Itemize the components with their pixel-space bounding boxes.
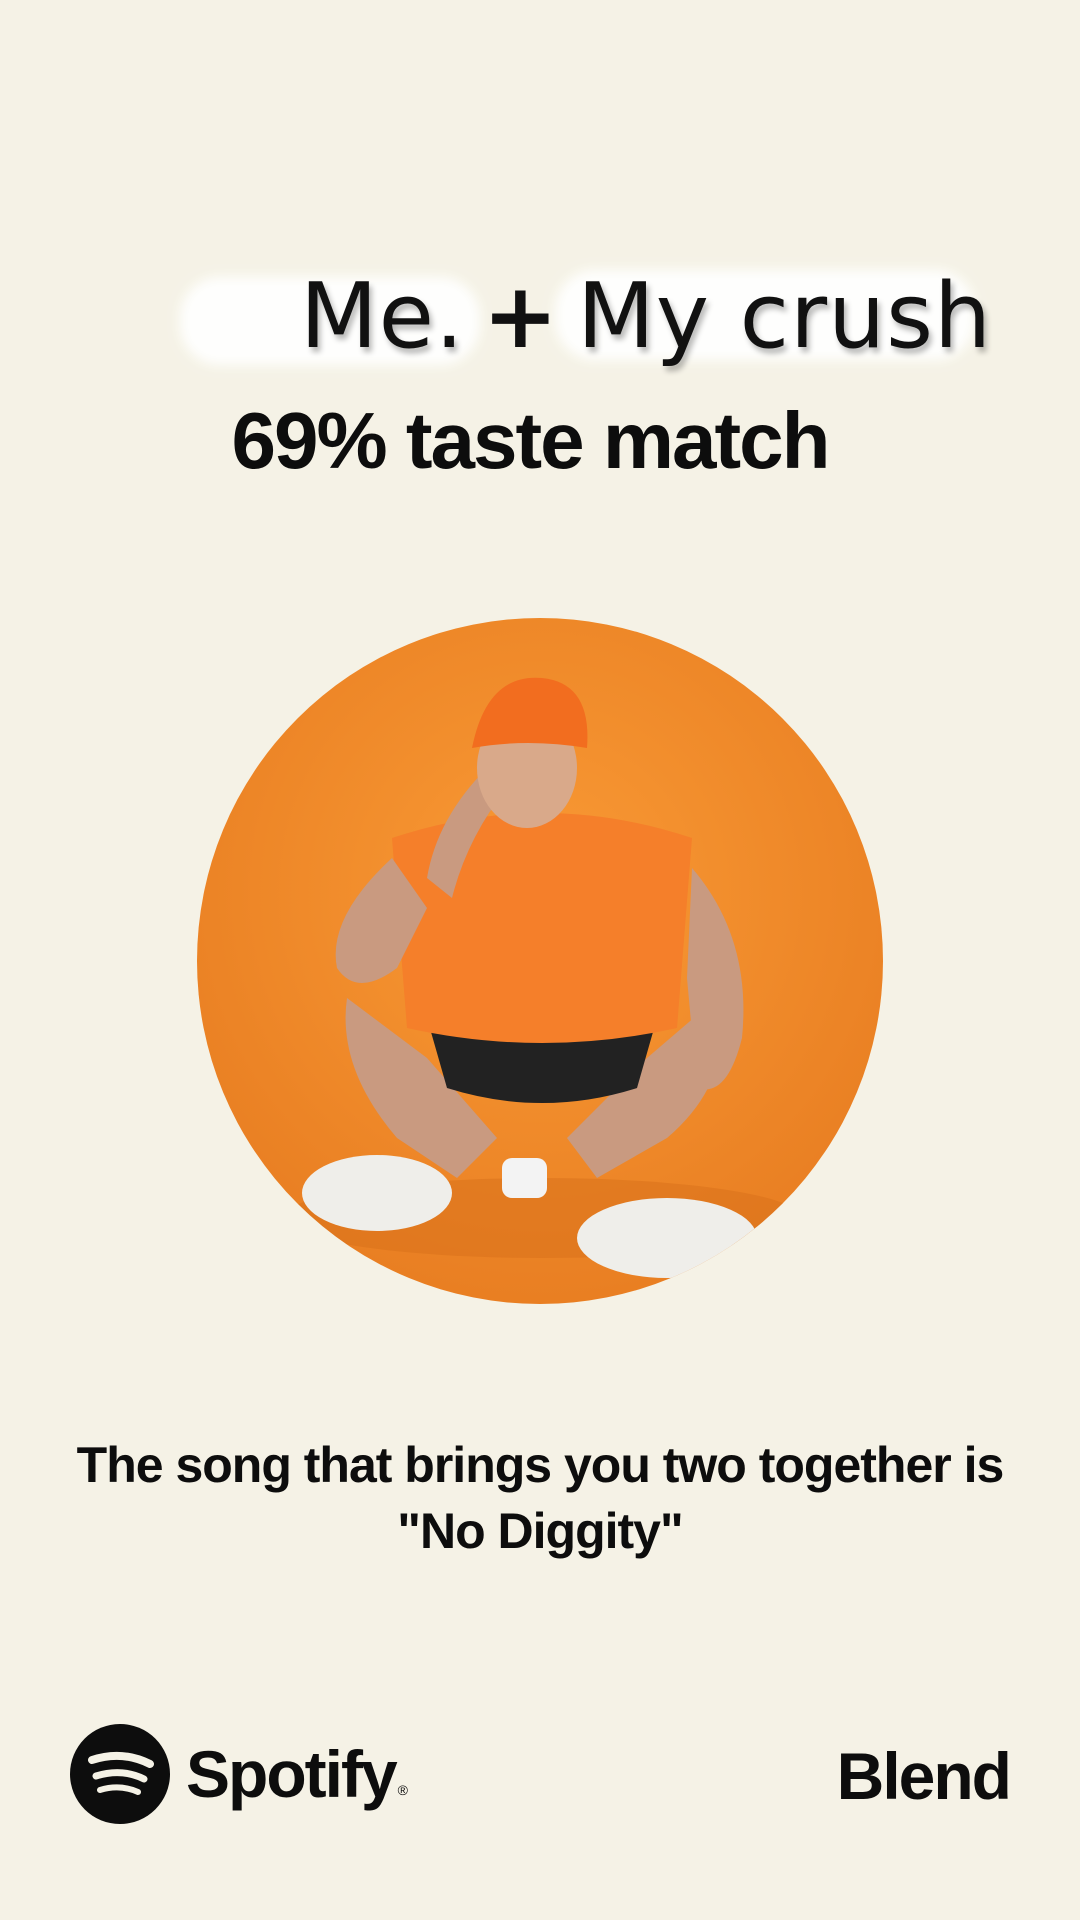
registered-mark: ®	[397, 1782, 408, 1798]
artist-photo-illustration	[197, 618, 883, 1304]
friend-name: My crush	[577, 264, 993, 369]
song-caption-line: The song that brings you two together is	[76, 1437, 1005, 1493]
song-title: "No Diggity"	[397, 1503, 683, 1559]
song-caption: The song that brings you two together is…	[40, 1432, 1040, 1564]
blend-names: Me. + My crush	[180, 255, 1040, 385]
brand-name: Spotify ®	[186, 1736, 408, 1812]
taste-match-heading: 69% taste match	[231, 396, 831, 485]
spotify-logo-icon	[70, 1724, 170, 1824]
artist-artwork	[197, 618, 883, 1304]
names-text: Me. + My crush	[300, 267, 992, 367]
user-name: Me.	[300, 264, 465, 369]
plus-sign: +	[482, 264, 560, 369]
blend-label: Blend	[836, 1739, 1012, 1813]
spotify-brand: Spotify ®	[70, 1724, 408, 1824]
brand-wordmark: Spotify	[186, 1737, 398, 1811]
